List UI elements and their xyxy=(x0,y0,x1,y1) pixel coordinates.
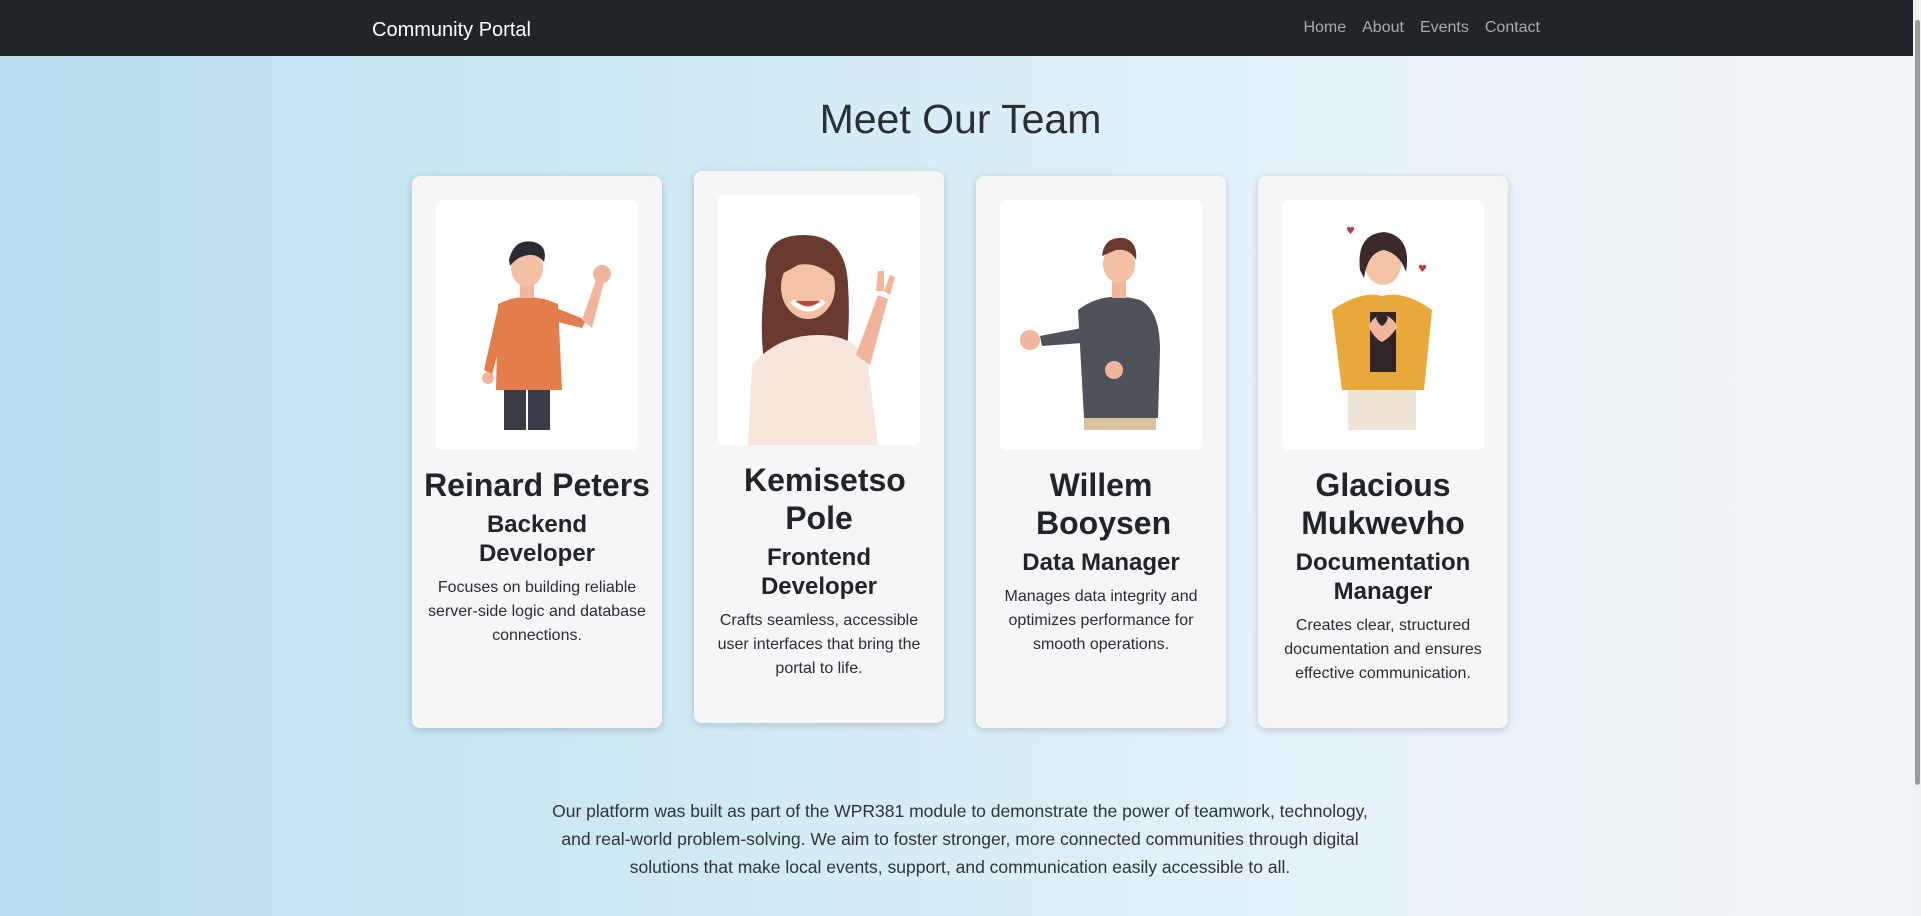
nav-link-events[interactable]: Events xyxy=(1420,19,1469,37)
member-role: Backend Developer xyxy=(478,511,596,567)
member-role: Frontend Developer xyxy=(760,544,878,600)
team-member-illustration xyxy=(1020,237,1160,430)
team-member-illustration xyxy=(748,235,895,445)
member-description: Focuses on building reliable server-side… xyxy=(428,579,646,644)
top-navbar: Community Portal Home About Events Conta… xyxy=(0,0,1921,56)
team-card: Reinard Peters Backend Developer Focuses… xyxy=(412,176,662,728)
svg-text:♥: ♥ xyxy=(1346,226,1355,237)
member-role: Documentation Manager xyxy=(1295,549,1471,605)
nav-link-home[interactable]: Home xyxy=(1303,19,1346,37)
member-description: Creates clear, structured documentation … xyxy=(1284,617,1482,682)
team-card: Kemisetso Pole Frontend Developer Crafts… xyxy=(694,171,944,723)
nav-links: Home About Events Contact xyxy=(1303,0,1540,56)
member-description: Manages data integrity and optimizes per… xyxy=(1004,588,1198,653)
card-body: Kemisetso Pole Frontend Developer Crafts… xyxy=(704,461,934,681)
page-title: Meet Our Team xyxy=(819,96,1102,142)
navbar-brand[interactable]: Community Portal xyxy=(372,0,531,56)
team-card: ♥ ♥ Glacious Mukwevho Documentation Mana… xyxy=(1258,176,1508,728)
member-name: Glacious Mukwevho xyxy=(1301,467,1465,541)
member-name: Willem Booysen xyxy=(1036,467,1172,541)
avatar xyxy=(718,195,920,445)
member-name: Kemisetso Pole xyxy=(744,462,906,536)
svg-text:♥: ♥ xyxy=(1418,264,1427,275)
nav-link-about[interactable]: About xyxy=(1362,19,1404,37)
card-body: Willem Booysen Data Manager Manages data… xyxy=(986,466,1216,657)
member-name: Reinard Peters xyxy=(424,467,650,503)
nav-link-contact[interactable]: Contact xyxy=(1485,19,1540,37)
about-text: Our platform was built as part of the WP… xyxy=(552,801,1368,877)
card-body: Reinard Peters Backend Developer Focuses… xyxy=(422,466,652,648)
avatar xyxy=(436,200,638,450)
team-member-illustration: ♥ ♥ xyxy=(1332,226,1432,430)
avatar: ♥ ♥ xyxy=(1282,200,1484,450)
card-body: Glacious Mukwevho Documentation Manager … xyxy=(1268,466,1498,686)
member-role: Data Manager xyxy=(1022,549,1180,576)
avatar xyxy=(1000,200,1202,450)
team-member-illustration xyxy=(482,241,611,430)
team-card: Willem Booysen Data Manager Manages data… xyxy=(976,176,1226,728)
member-description: Crafts seamless, accessible user interfa… xyxy=(717,612,921,677)
